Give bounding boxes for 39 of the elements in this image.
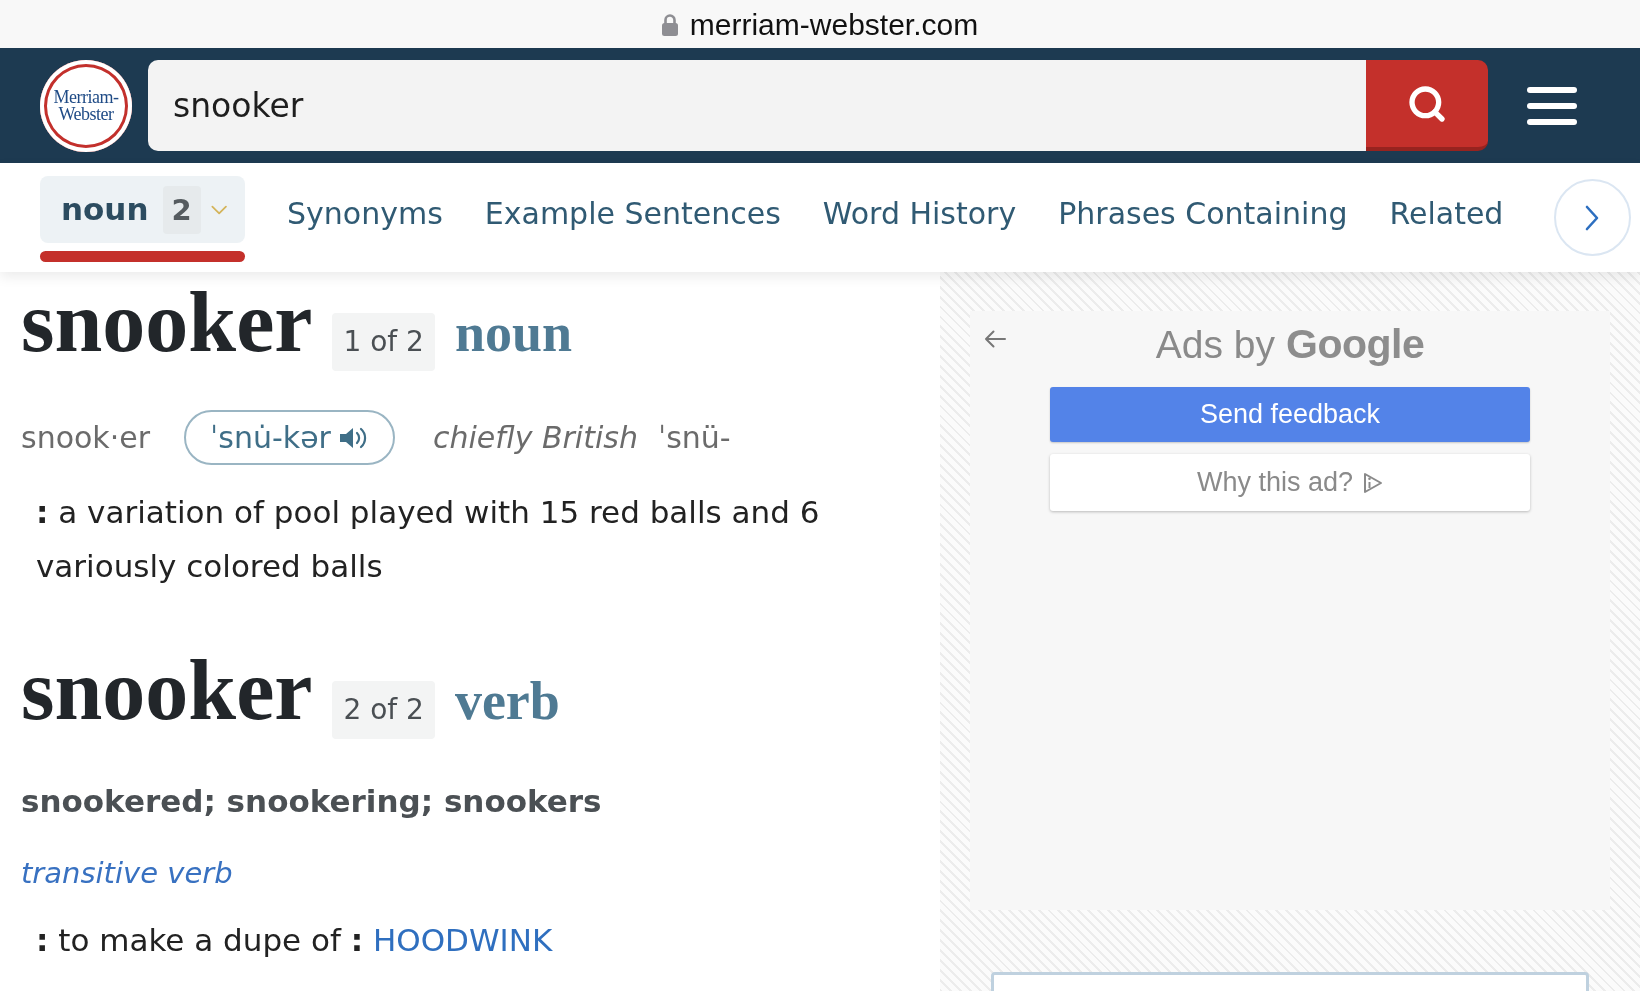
headword: snooker bbox=[21, 646, 313, 734]
menu-button[interactable] bbox=[1527, 86, 1577, 125]
back-button[interactable] bbox=[984, 330, 1006, 348]
menu-icon bbox=[1527, 86, 1577, 125]
section-tab[interactable]: Word History bbox=[822, 180, 1017, 247]
variant-label: chiefly British bbox=[432, 419, 638, 457]
entry-number: 1 of 2 bbox=[332, 313, 435, 371]
definition: : a variation of pool played with 15 red balls and 6 variously colored balls bbox=[35, 493, 821, 586]
section-tab[interactable]: Related bbox=[1389, 180, 1504, 247]
ads-label: Ads by bbox=[1155, 322, 1275, 368]
section-tab[interactable]: Synonyms bbox=[287, 180, 443, 247]
section-tab[interactable]: Phrases Containing bbox=[1058, 180, 1348, 247]
section-tab[interactable]: Example Sentences bbox=[484, 180, 781, 247]
speaker-icon bbox=[338, 425, 369, 450]
entry-number: 2 of 2 bbox=[332, 681, 435, 739]
logo[interactable]: Merriam-Webster bbox=[40, 59, 132, 152]
search-button[interactable] bbox=[1366, 60, 1488, 151]
lock-icon bbox=[661, 12, 678, 36]
cross-reference-link[interactable]: HOODWINK bbox=[373, 922, 553, 958]
part-of-speech-tab[interactable]: noun 2 bbox=[40, 176, 245, 243]
ads-brand: Google bbox=[1286, 320, 1425, 368]
back-arrow-icon bbox=[984, 330, 1006, 348]
search-icon bbox=[1407, 83, 1447, 124]
chevron-right-icon bbox=[1585, 204, 1599, 231]
inflections: snookered; snookering; snookers bbox=[21, 782, 603, 821]
feedback-button[interactable]: Send feedback bbox=[1050, 387, 1530, 442]
url-text[interactable]: merriam-webster.com bbox=[689, 1, 979, 47]
search-field[interactable]: snooker bbox=[148, 60, 1366, 151]
headword: snooker bbox=[21, 278, 313, 366]
tab-label: noun bbox=[61, 194, 149, 225]
entry-count: 2 bbox=[162, 185, 201, 234]
variant-pronunciation: ˈsnü- bbox=[657, 419, 731, 457]
function-label: transitive verb bbox=[21, 855, 234, 892]
ad-choices-icon bbox=[1363, 471, 1384, 494]
pronunciation-button[interactable]: ˈsnu̇-kər bbox=[184, 410, 395, 465]
part-of-speech: verb bbox=[454, 671, 560, 731]
syllables: snook·er bbox=[21, 419, 151, 457]
definition: : to make a dupe of : HOODWINK bbox=[35, 921, 554, 960]
part-of-speech: noun bbox=[454, 303, 572, 363]
